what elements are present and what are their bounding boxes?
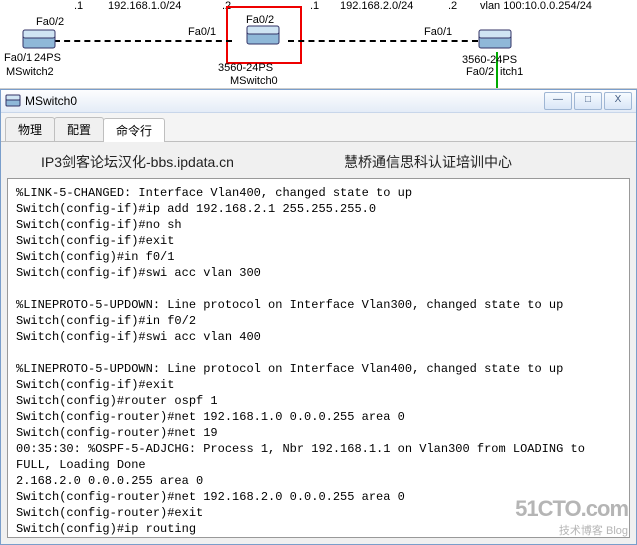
switch-icon[interactable]: [478, 28, 512, 52]
minimize-button[interactable]: —: [544, 92, 572, 110]
link-left: [54, 40, 232, 42]
switch-icon[interactable]: [22, 28, 56, 52]
switch-icon[interactable]: [246, 24, 280, 48]
device-model: 3560-24PS: [218, 62, 273, 74]
tab-physical[interactable]: 物理: [5, 117, 55, 141]
tab-bar: 物理 配置 命令行: [1, 113, 636, 142]
subnet-left: 192.168.1.0/24: [108, 0, 181, 12]
port-label: Fa0/2: [466, 66, 494, 78]
titlebar[interactable]: MSwitch0 — □ X: [1, 90, 636, 113]
ip-right: .2: [448, 0, 457, 12]
window-body: IP3剑客论坛汉化-bbs.ipdata.cn 慧桥通信思科认证培训中心 %LI…: [1, 142, 636, 544]
app-icon: [5, 93, 21, 109]
app-window: MSwitch0 — □ X 物理 配置 命令行 IP3剑客论坛汉化-bbs.i…: [0, 89, 637, 545]
tab-config[interactable]: 配置: [54, 117, 104, 141]
topology-canvas[interactable]: .1 192.168.1.0/24 .2 .1 192.168.2.0/24 .…: [0, 0, 637, 89]
subnet-right: 192.168.2.0/24: [340, 0, 413, 12]
tab-cli[interactable]: 命令行: [103, 118, 165, 142]
device-model: 3560-24PS: [462, 54, 517, 66]
window-title: MSwitch0: [25, 94, 544, 108]
device-name: itch1: [500, 66, 523, 78]
subtitle-right: 慧桥通信思科认证培训中心: [344, 152, 512, 172]
port-label: Fa0/2: [246, 14, 274, 26]
port-label: Fa0/1: [424, 26, 452, 38]
vlan-right: vlan 100:10.0.0.254/24: [480, 0, 592, 12]
maximize-button[interactable]: □: [574, 92, 602, 110]
cli-console[interactable]: %LINK-5-CHANGED: Interface Vlan400, chan…: [7, 178, 630, 538]
device-name: MSwitch2: [6, 66, 54, 78]
close-button[interactable]: X: [604, 92, 632, 110]
port-label: Fa0/1: [4, 52, 32, 64]
link-right: [288, 40, 478, 42]
port-label: Fa0/1: [188, 26, 216, 38]
device-name: MSwitch0: [230, 75, 278, 87]
ip-mid-right: .1: [310, 0, 319, 12]
port-label: Fa0/2: [36, 16, 64, 28]
ip-left: .1: [74, 0, 83, 12]
subtitle-left: IP3剑客论坛汉化-bbs.ipdata.cn: [41, 152, 234, 172]
device-model: 24PS: [34, 52, 61, 64]
